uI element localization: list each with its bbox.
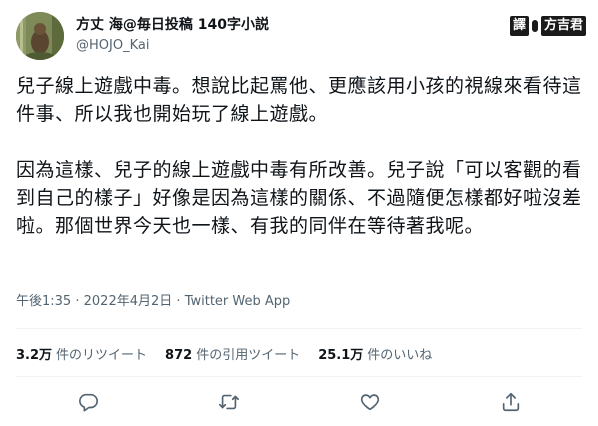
retweet-count: 3.2万 xyxy=(16,348,53,363)
meta-separator: · xyxy=(75,294,80,309)
tweet-source[interactable]: Twitter Web App xyxy=(185,294,291,309)
tweet-paragraph: 兒子線上遊戲中毒。想說比起罵他、更應該用小孩的視線來看待這件事、所以我也開始玩了… xyxy=(16,75,582,125)
divider xyxy=(16,376,582,377)
retweet-label: 件のリツイート xyxy=(56,348,148,363)
like-label: 件のいいね xyxy=(367,348,433,363)
like-icon xyxy=(360,394,380,411)
quote-count: 872 xyxy=(165,348,193,363)
translator-watermark: 譯 方吉君 xyxy=(509,14,586,38)
translator-mark-left: 譯 xyxy=(509,16,529,36)
tweet-stats: 3.2万 件のリツイート 872 件の引用ツイート 25.1万 件のいいね xyxy=(16,344,432,363)
tweet-card: 方丈 海@毎日投稿 140字小説 @HOJO_Kai 譯 方吉君 兒子線上遊戲中… xyxy=(0,0,598,426)
retweet-icon xyxy=(219,394,239,410)
tweet-time[interactable]: 午後1:35 xyxy=(16,294,71,309)
tweet-paragraph: 因為這樣、兒子的線上遊戲中毒有所改善。兒子說「可以客觀的看到自己的樣子」好像是因… xyxy=(16,159,582,237)
action-bar xyxy=(0,384,598,420)
user-handle[interactable]: @HOJO_Kai xyxy=(76,37,149,55)
meta-separator: · xyxy=(176,294,181,309)
translator-mark-name: 方吉君 xyxy=(540,16,586,36)
divider xyxy=(16,328,582,329)
display-name[interactable]: 方丈 海@毎日投稿 140字小説 xyxy=(76,16,269,34)
like-stat[interactable]: 25.1万 件のいいね xyxy=(318,344,432,363)
quote-stat[interactable]: 872 件の引用ツイート xyxy=(165,344,300,363)
avatar-image xyxy=(16,12,64,60)
reply-icon xyxy=(79,393,98,412)
tweet-text: 兒子線上遊戲中毒。想說比起罵他、更應該用小孩的視線來看待這件事、所以我也開始玩了… xyxy=(16,72,582,240)
tweet-date[interactable]: 2022年4月2日 xyxy=(84,294,173,309)
share-icon xyxy=(502,392,520,412)
tweet-meta: 午後1:35 · 2022年4月2日 · Twitter Web App xyxy=(16,290,290,309)
like-count: 25.1万 xyxy=(318,348,364,363)
share-button[interactable] xyxy=(497,388,525,416)
like-button[interactable] xyxy=(356,388,384,416)
reply-button[interactable] xyxy=(74,388,102,416)
retweet-stat[interactable]: 3.2万 件のリツイート xyxy=(16,344,147,363)
avatar[interactable] xyxy=(16,12,64,60)
quote-label: 件の引用ツイート xyxy=(196,348,301,363)
translator-mark-separator xyxy=(531,20,538,32)
retweet-button[interactable] xyxy=(215,388,243,416)
